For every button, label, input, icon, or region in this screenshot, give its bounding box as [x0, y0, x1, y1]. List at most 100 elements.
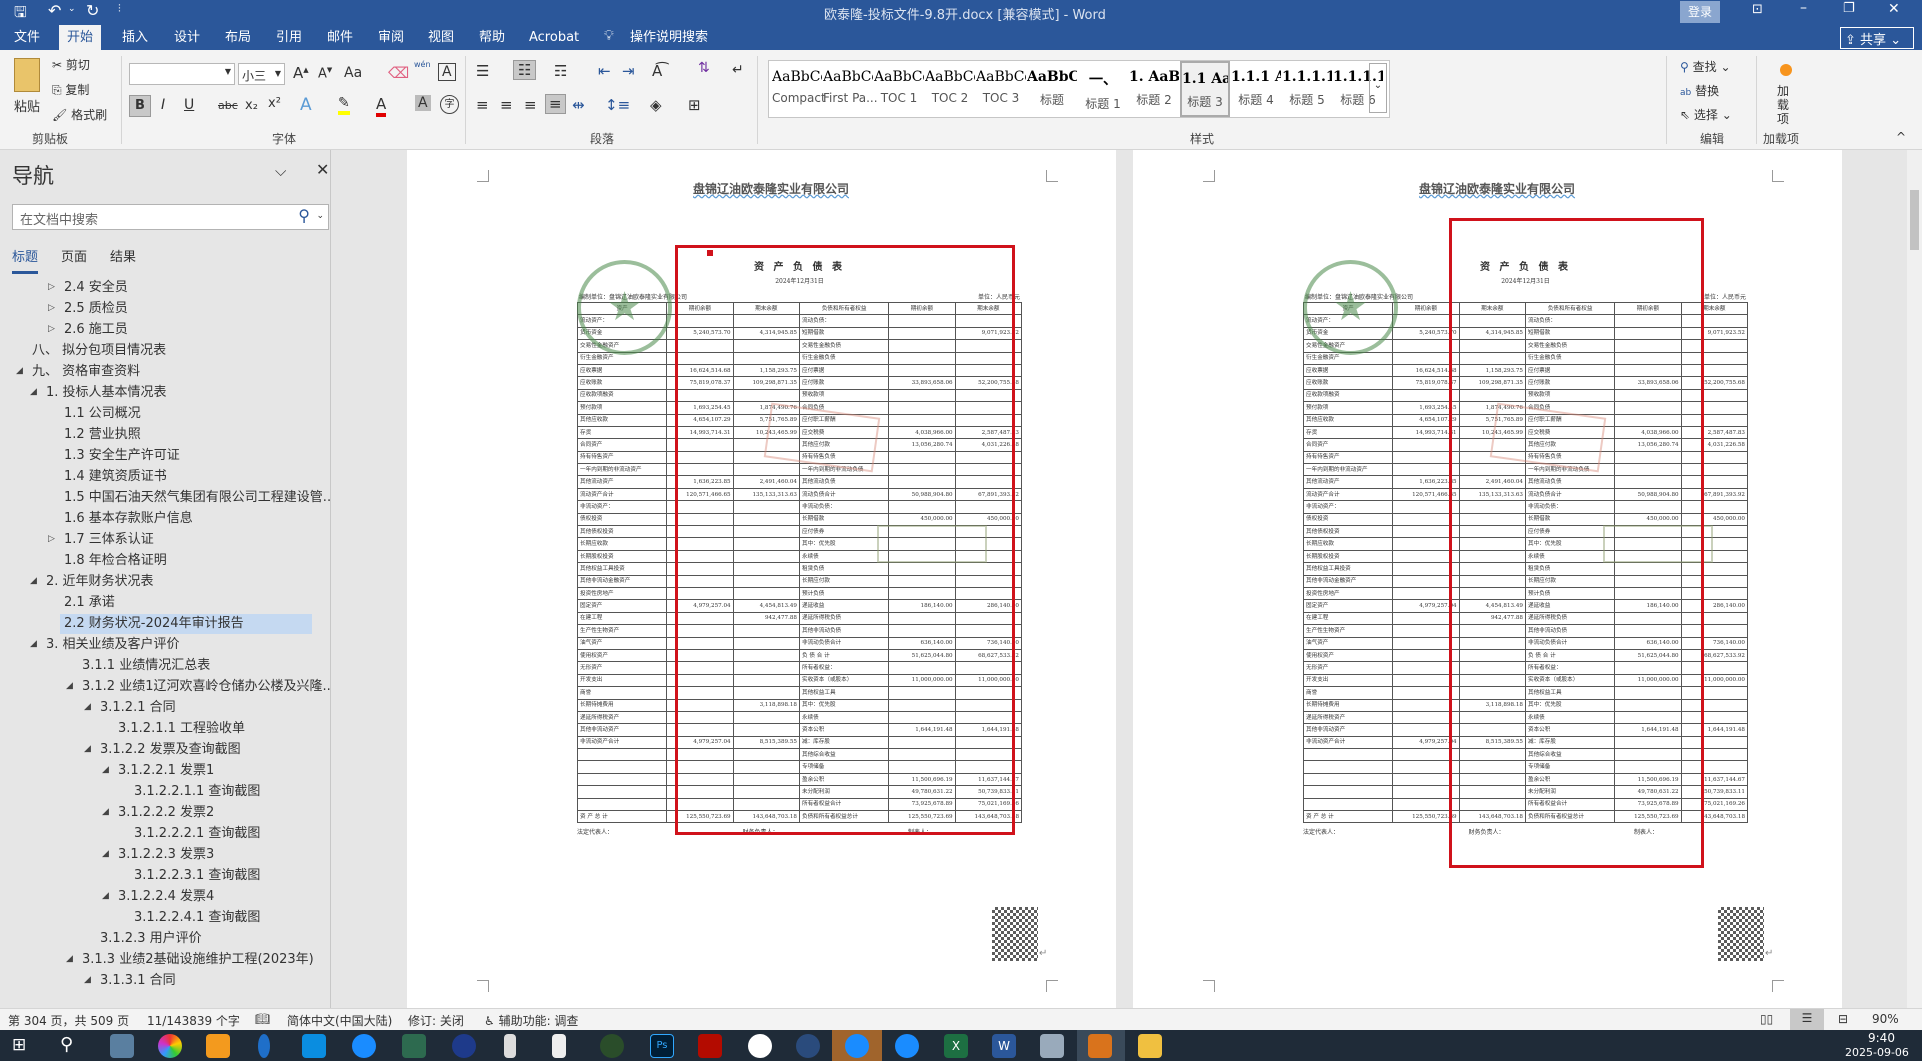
maximize-button[interactable]: ❐ — [1843, 1, 1855, 16]
bold-button[interactable]: B — [129, 95, 151, 117]
shading-icon[interactable]: ◈ — [650, 96, 662, 114]
nav-heading-item[interactable]: 2. 近年财务状况表 — [46, 572, 154, 592]
expanded-triangle-icon[interactable]: ◢ — [84, 975, 91, 985]
copy-button[interactable]: ⎘ 复制 — [52, 81, 89, 98]
paste-icon[interactable] — [14, 58, 40, 92]
format-painter-button[interactable]: 🖌︎ 格式刷 — [52, 106, 107, 123]
decrease-indent-icon[interactable]: ⇤ — [598, 62, 611, 80]
justify-icon[interactable]: ≡ — [545, 94, 566, 114]
nav-heading-item[interactable]: 3.1.2.1 合同 — [100, 698, 176, 718]
nav-heading-item[interactable]: 3.1.2.2.3.1 查询截图 — [134, 866, 260, 886]
phonetic-guide-button[interactable]: wén — [414, 60, 431, 69]
character-border-button[interactable]: A — [438, 63, 456, 81]
login-button[interactable]: 登录 — [1680, 1, 1721, 23]
style-item[interactable]: AaBbCcDd Compact — [772, 61, 826, 117]
nav-heading-item[interactable]: 1.5 中国石油天然气集团有限公司工程建设管... — [64, 488, 335, 508]
clock-time[interactable]: 9:40 — [1868, 1031, 1895, 1045]
customize-qat-icon[interactable]: ⫶ — [118, 2, 121, 16]
nav-search-input[interactable]: 在文档中搜索 ⚲ ⌄ — [12, 204, 329, 230]
ribbon-display-options-icon[interactable]: ⊡ — [1752, 2, 1763, 17]
minimize-button[interactable]: – — [1800, 0, 1807, 16]
share-button[interactable]: ⇪ 共享 ⌄ — [1840, 27, 1914, 49]
app-icon[interactable] — [600, 1034, 624, 1058]
app-icon[interactable] — [552, 1034, 566, 1058]
search-dropdown-icon[interactable]: ⌄ — [316, 211, 324, 221]
nav-heading-item[interactable]: 1.4 建筑资质证书 — [64, 467, 167, 487]
nav-heading-item[interactable]: 3.1.3 业绩2基础设施维护工程(2023年) — [82, 950, 314, 970]
collapsed-triangle-icon[interactable]: ▷ — [48, 282, 55, 292]
enclose-characters-button[interactable]: 字 — [440, 95, 459, 114]
nav-options-chevron-icon[interactable]: ⌵ — [275, 162, 286, 180]
qq-icon[interactable] — [748, 1034, 772, 1058]
style-item[interactable]: 1.1.1 A 标题 4 — [1231, 61, 1281, 117]
expanded-triangle-icon[interactable]: ◢ — [30, 639, 37, 649]
nav-heading-item[interactable]: 3.1.2.2.3 发票3 — [118, 845, 214, 865]
subscript-button[interactable]: x₂ — [245, 98, 258, 113]
align-left-icon[interactable]: ≡ — [476, 96, 489, 114]
tell-me-search[interactable]: 操作说明搜索 — [622, 25, 716, 50]
proofing-icon[interactable]: 📖︎ — [255, 1012, 270, 1026]
app-icon[interactable] — [504, 1034, 516, 1058]
align-center-icon[interactable]: ≡ — [500, 96, 513, 114]
photoshop-icon[interactable]: Ps — [650, 1034, 674, 1058]
tab-file[interactable]: 文件 — [6, 25, 48, 50]
word-icon[interactable]: W — [992, 1034, 1016, 1058]
text-effects-icon[interactable]: A — [300, 95, 312, 115]
save-icon[interactable]: 🖫 — [14, 2, 27, 27]
expanded-triangle-icon[interactable]: ◢ — [16, 366, 23, 376]
color-app-icon[interactable] — [158, 1034, 182, 1058]
expanded-triangle-icon[interactable]: ◢ — [66, 681, 73, 691]
excel-icon[interactable]: X — [944, 1034, 968, 1058]
page-count[interactable]: 第 304 页，共 509 页 — [8, 1012, 129, 1029]
app-icon[interactable] — [258, 1034, 270, 1058]
nav-heading-item[interactable]: 3.1.2.2.4.1 查询截图 — [134, 908, 260, 928]
nav-tab-pages[interactable]: 页面 — [61, 246, 87, 265]
italic-button[interactable]: I — [161, 97, 165, 113]
tab-references[interactable]: 引用 — [268, 25, 310, 50]
nav-heading-item[interactable]: 3.1.2.3 用户评价 — [100, 929, 202, 949]
tab-home[interactable]: 开始 — [59, 25, 102, 50]
file-explorer-icon[interactable] — [1138, 1034, 1162, 1058]
nav-heading-item[interactable]: 1.2 营业执照 — [64, 425, 141, 445]
font-color-icon[interactable]: A — [376, 95, 387, 117]
calculator-icon[interactable] — [110, 1034, 134, 1058]
style-item[interactable]: AaBbCcDd First Pa... — [823, 61, 878, 117]
app-icon[interactable] — [402, 1034, 426, 1058]
track-changes-status[interactable]: 修订: 关闭 — [408, 1012, 464, 1029]
style-item[interactable]: 1.1 Aa 标题 3 — [1180, 61, 1230, 117]
app-icon[interactable] — [1088, 1034, 1112, 1058]
nav-tab-headings[interactable]: 标题 — [12, 246, 39, 274]
borders-icon[interactable]: ⊞ — [688, 96, 701, 114]
nav-heading-item[interactable]: 3.1.3.1 合同 — [100, 971, 176, 991]
shrink-font-icon[interactable]: A▼ — [318, 66, 332, 81]
nav-heading-item[interactable]: 3.1.2.2.4 发票4 — [118, 887, 214, 907]
read-mode-icon[interactable]: ▯▯ — [1760, 1012, 1773, 1026]
redo-icon[interactable]: ↻ — [86, 1, 99, 20]
nav-heading-item[interactable]: 3.1.2.2.2 发票2 — [118, 803, 214, 823]
expanded-triangle-icon[interactable]: ◢ — [66, 954, 73, 964]
highlight-icon[interactable]: ✎ — [338, 95, 350, 115]
clock-date[interactable]: 2025-09-06 — [1845, 1046, 1909, 1059]
expanded-triangle-icon[interactable]: ◢ — [102, 807, 109, 817]
tab-insert[interactable]: 插入 — [114, 25, 156, 50]
nav-heading-item[interactable]: 2.4 安全员 — [64, 278, 128, 298]
document-page[interactable]: 盘锦辽油欧泰隆实业有限公司资 产 负 债 表 2024年12月31日 编制单位：盘锦… — [407, 150, 1116, 1008]
app-icon[interactable] — [452, 1034, 476, 1058]
document-page[interactable]: 盘锦辽油欧泰隆实业有限公司资 产 负 债 表 2024年12月31日 编制单位：盘锦… — [1133, 150, 1842, 1008]
align-right-icon[interactable]: ≡ — [524, 96, 537, 114]
collapse-ribbon-icon[interactable]: ^ — [1896, 130, 1906, 144]
increase-indent-icon[interactable]: ⇥ — [622, 62, 635, 80]
nav-heading-item[interactable]: 1.1 公司概况 — [64, 404, 141, 424]
distributed-icon[interactable]: ⇹ — [572, 96, 585, 114]
find-button[interactable]: ⚲ 查找 ⌄ — [1680, 58, 1731, 75]
tab-help[interactable]: 帮助 — [471, 25, 513, 50]
addins-button[interactable]: 加载项 — [1777, 84, 1797, 126]
nav-heading-item[interactable]: 3.1.2.2.1 发票1 — [118, 761, 214, 781]
nav-heading-item[interactable]: 1.7 三体系认证 — [64, 530, 154, 550]
windows-start-icon[interactable]: ⊞ — [12, 1035, 26, 1055]
select-button[interactable]: ⇖ 选择 ⌄ — [1680, 106, 1732, 123]
undo-icon[interactable]: ↶ — [48, 1, 61, 20]
tab-view[interactable]: 视图 — [420, 25, 462, 50]
tab-mailings[interactable]: 邮件 — [319, 25, 361, 50]
nav-heading-item[interactable]: 1.8 年检合格证明 — [64, 551, 167, 571]
